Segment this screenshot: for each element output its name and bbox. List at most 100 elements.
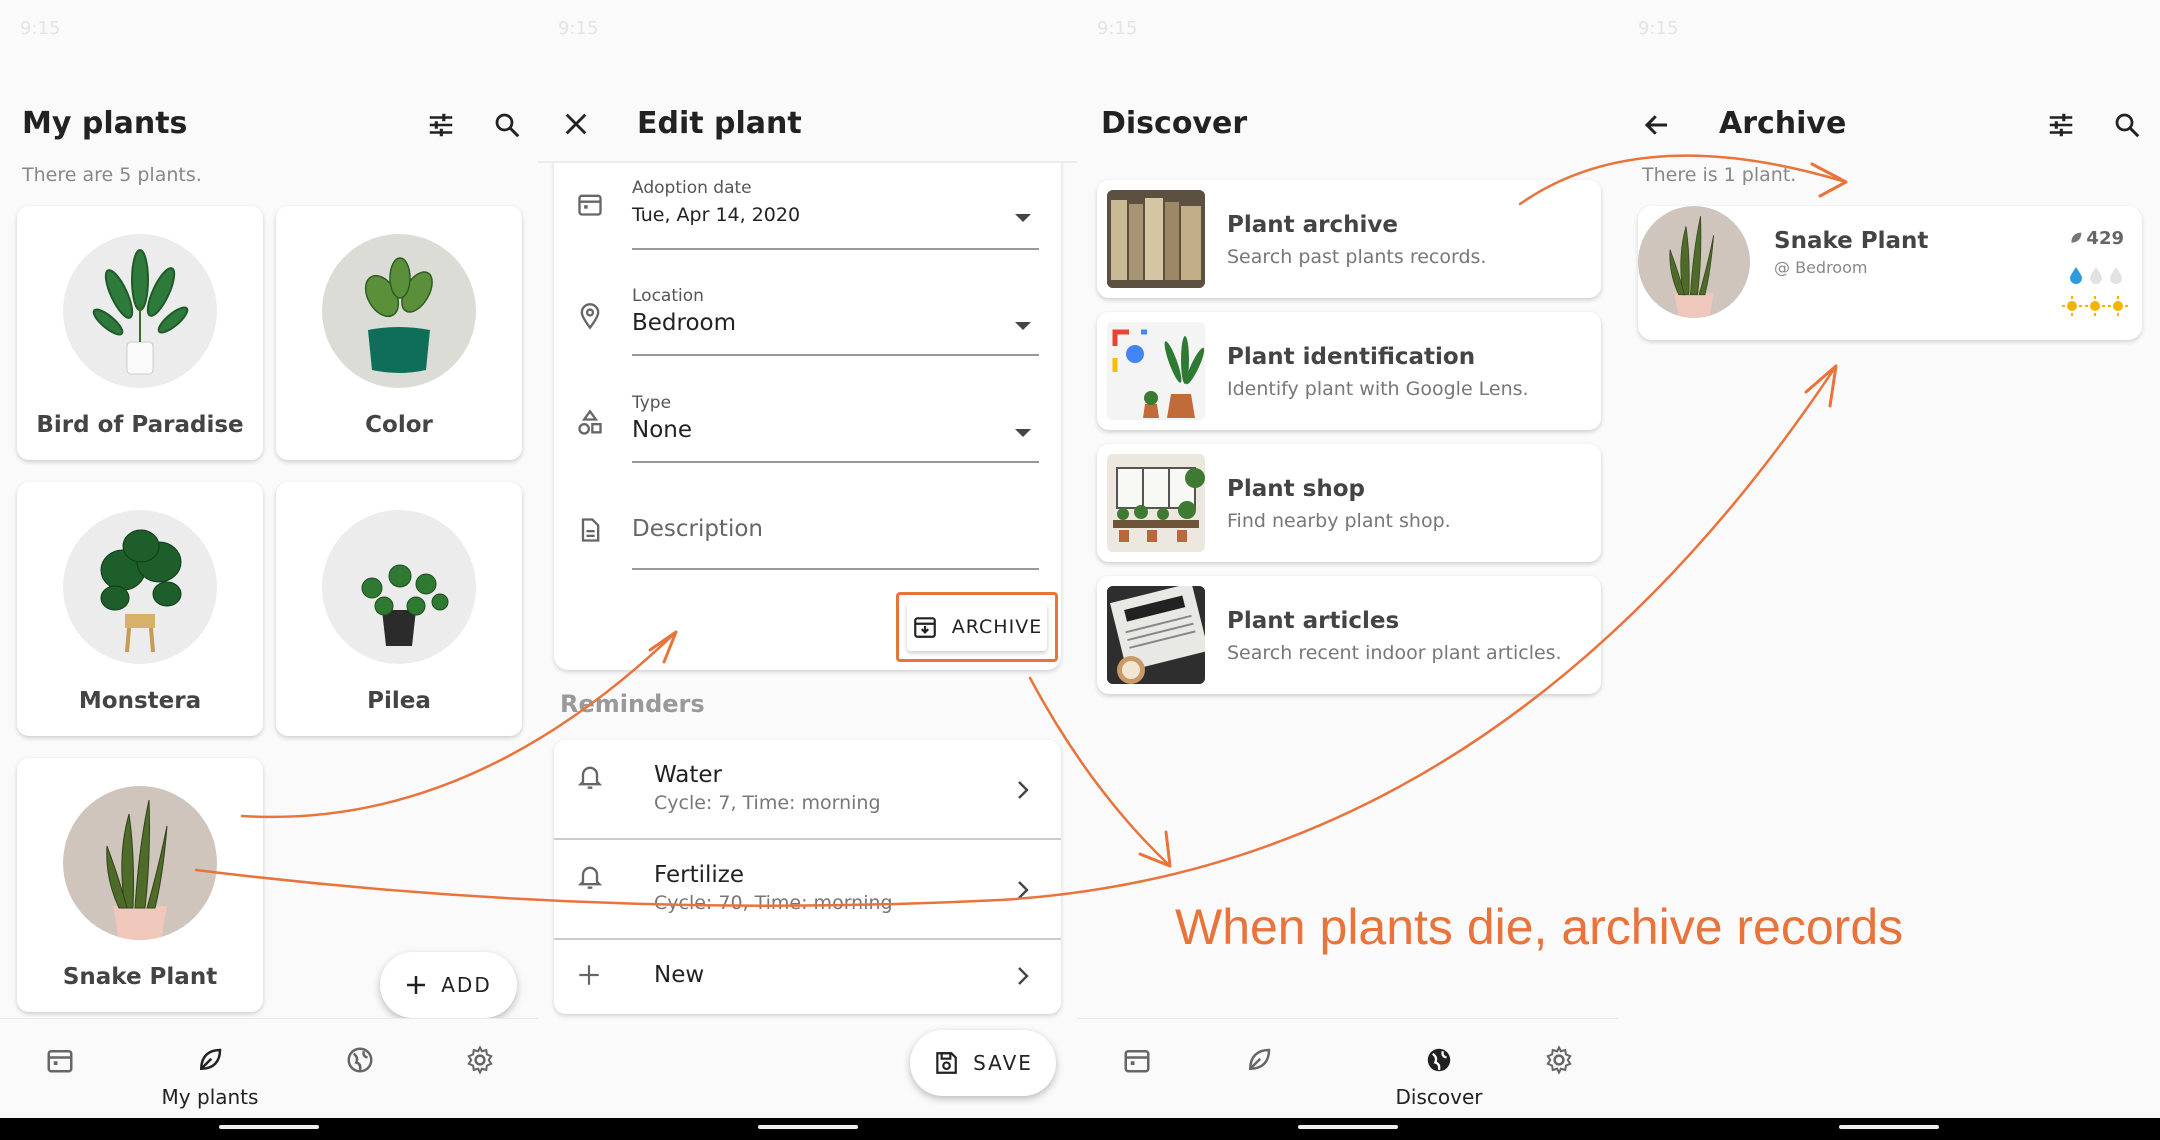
chevron-down-icon (1015, 429, 1031, 437)
nav-my-plants[interactable]: My plants (162, 1019, 258, 1119)
archive-screen: 9:15 Archive There is 1 plant. Snake Pla… (1618, 0, 2160, 1140)
archive-button[interactable]: ARCHIVE (896, 592, 1058, 662)
archive-label: ARCHIVE (951, 616, 1043, 638)
page-title: Discover (1101, 106, 1248, 141)
caption-text: When plants die, archive records (1175, 899, 1904, 955)
status-bar: 9:15 (558, 18, 1057, 42)
google-lens-thumbnail (1107, 322, 1205, 420)
reminder-title: Water (654, 762, 722, 788)
plant-name: Monstera (78, 688, 202, 714)
plus-icon (407, 976, 426, 994)
field-underline (632, 568, 1039, 570)
bell-icon (577, 866, 603, 889)
plant-card-snake-plant[interactable]: Snake Plant (17, 758, 263, 1012)
plant-card-bird-of-paradise[interactable]: Bird of Paradise (17, 206, 263, 460)
archive-count-text: There is 1 plant. (1642, 164, 1797, 186)
reminder-new[interactable]: New (554, 940, 1061, 1014)
plant-card-color[interactable]: Color (276, 206, 522, 460)
field-underline (632, 461, 1039, 463)
plant-count-text: There are 5 plants. (22, 164, 202, 186)
bottom-navigation: Discover (1077, 1018, 1618, 1118)
save-label: SAVE (973, 1051, 1033, 1075)
reminder-fertilize[interactable]: Fertilize Cycle: 70, Time: morning (554, 840, 1061, 940)
sunlight-level (2062, 296, 2128, 316)
status-time: 9:15 (20, 18, 61, 39)
search-icon[interactable] (2112, 110, 2142, 140)
nav-settings[interactable] (450, 1019, 510, 1119)
field-value: None (632, 417, 693, 443)
nav-label: My plants (161, 1085, 259, 1109)
chevron-right-icon (1018, 781, 1029, 799)
nav-label: Discover (1395, 1085, 1483, 1109)
discover-plant-archive[interactable]: Plant archive Search past plants records… (1097, 180, 1601, 298)
field-label: Adoption date (632, 178, 752, 198)
type-field[interactable]: Type None (554, 375, 1061, 475)
system-nav-bar (0, 1118, 538, 1140)
plant-card-pilea[interactable]: Pilea (276, 482, 522, 736)
calendar-icon (1124, 1050, 1150, 1073)
status-time: 9:15 (1638, 18, 1679, 39)
close-icon[interactable] (562, 110, 590, 138)
bottom-navigation: My plants (0, 1018, 538, 1118)
globe-icon (1427, 1048, 1451, 1072)
status-bar: 9:15 (1097, 18, 1598, 42)
chevron-right-icon (1018, 967, 1029, 985)
gear-icon (1546, 1045, 1572, 1075)
nav-calendar[interactable] (1107, 1019, 1167, 1119)
description-field[interactable]: Description (554, 482, 1061, 582)
plant-card-monstera[interactable]: Monstera (17, 482, 263, 736)
discover-item-subtitle: Find nearby plant shop. (1227, 510, 1451, 532)
adoption-date-field[interactable]: Adoption date Tue, Apr 14, 2020 (554, 160, 1061, 260)
nav-settings[interactable] (1529, 1019, 1589, 1119)
back-arrow-icon[interactable] (1642, 110, 1672, 140)
location-field[interactable]: Location Bedroom (554, 268, 1061, 368)
status-time: 9:15 (558, 18, 599, 39)
nav-calendar[interactable] (30, 1019, 90, 1119)
archive-icon (913, 617, 936, 638)
archived-plant-card[interactable]: Snake Plant @ Bedroom 429 (1638, 206, 2142, 340)
reminder-water[interactable]: Water Cycle: 7, Time: morning (554, 740, 1061, 840)
discover-item-subtitle: Search past plants records. (1227, 246, 1487, 268)
discover-item-subtitle: Identify plant with Google Lens. (1227, 378, 1529, 400)
reminders-heading: Reminders (560, 690, 705, 718)
plant-photo (63, 234, 217, 388)
globe-icon (347, 1047, 373, 1073)
edit-plant-screen: 9:15 Edit plant Adoption date Tue, Apr 1… (538, 0, 1077, 1140)
page-title: Edit plant (637, 106, 802, 141)
reminder-title: Fertilize (654, 862, 744, 888)
field-underline (632, 354, 1039, 356)
field-label: Location (632, 286, 704, 306)
sun-icon (2108, 296, 2128, 316)
nav-discover[interactable] (330, 1019, 390, 1119)
save-button[interactable]: SAVE (910, 1030, 1056, 1096)
discover-plant-shop[interactable]: Plant shop Find nearby plant shop. (1097, 444, 1601, 562)
discover-item-title: Plant shop (1227, 476, 1365, 502)
reminders-list: Water Cycle: 7, Time: morning Fertilize … (554, 740, 1061, 1014)
discover-plant-identification[interactable]: Plant identification Identify plant with… (1097, 312, 1601, 430)
calendar-icon (47, 1050, 73, 1073)
system-nav-bar (538, 1118, 1077, 1140)
system-nav-bar (1077, 1118, 1618, 1140)
description-placeholder: Description (632, 516, 763, 542)
nav-my-plants[interactable] (1229, 1019, 1289, 1119)
nav-discover[interactable]: Discover (1396, 1019, 1482, 1119)
plant-photo (322, 510, 476, 664)
plant-name: Bird of Paradise (36, 412, 244, 438)
add-plant-button[interactable]: ADD (380, 952, 517, 1018)
sun-icon (2085, 296, 2105, 316)
water-level (2068, 266, 2124, 284)
discover-plant-articles[interactable]: Plant articles Search recent indoor plan… (1097, 576, 1601, 694)
plant-name: Pilea (367, 688, 431, 714)
filter-icon[interactable] (2046, 110, 2076, 140)
reminder-detail: Cycle: 70, Time: morning (654, 892, 893, 914)
plant-name: Color (365, 412, 433, 438)
add-label: ADD (441, 973, 492, 997)
archived-plant-location: @ Bedroom (1774, 258, 1868, 277)
bell-icon (577, 766, 603, 789)
search-icon[interactable] (492, 110, 522, 140)
filter-icon[interactable] (426, 110, 456, 140)
status-bar: 9:15 (1638, 18, 2140, 42)
status-bar: 9:15 (20, 18, 518, 42)
gear-icon (467, 1045, 493, 1075)
discover-item-title: Plant identification (1227, 344, 1476, 370)
